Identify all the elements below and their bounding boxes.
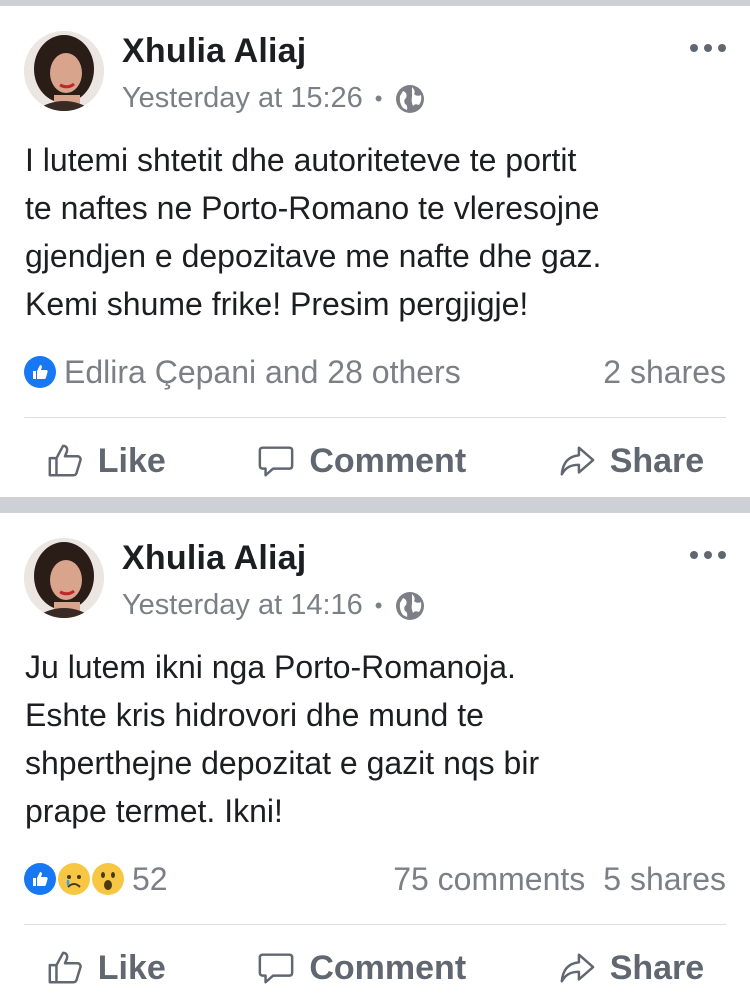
comment-icon: [258, 446, 294, 477]
share-button[interactable]: Share: [558, 948, 705, 988]
more-options-icon[interactable]: [690, 549, 726, 561]
post-stats: 52 75 comments 5 shares: [24, 859, 726, 899]
post-stats: Edlira Çepani and 28 others 2 shares: [24, 352, 726, 392]
post-time[interactable]: Yesterday at 14:16: [122, 589, 363, 622]
more-options-icon[interactable]: [690, 42, 726, 54]
avatar[interactable]: [24, 31, 104, 111]
comment-button[interactable]: Comment: [257, 442, 466, 481]
comment-button[interactable]: Comment: [257, 949, 466, 988]
thumbs-up-icon: [48, 951, 82, 984]
comment-label: Comment: [309, 441, 467, 480]
reactions-count[interactable]: 52: [132, 861, 168, 898]
reactions-text[interactable]: Edlira Çepani and 28 others: [64, 354, 461, 391]
avatar[interactable]: [24, 538, 104, 618]
globe-icon: [396, 84, 425, 113]
like-label: Like: [97, 441, 166, 480]
sad-reaction-icon: [58, 863, 90, 895]
share-label: Share: [609, 441, 705, 480]
like-button[interactable]: Like: [46, 442, 166, 481]
like-reaction-icon: [24, 356, 56, 388]
feed-separator: [0, 497, 750, 513]
share-label: Share: [609, 948, 705, 987]
divider: [24, 924, 726, 925]
like-button[interactable]: Like: [46, 949, 166, 988]
post-time[interactable]: Yesterday at 15:26: [122, 82, 363, 115]
shares-count[interactable]: 2 shares: [603, 354, 726, 391]
thumbs-up-icon: [48, 444, 82, 477]
post-text: I lutemi shtetit dhe autoriteteve te por…: [25, 142, 602, 322]
comment-icon: [258, 953, 294, 984]
globe-icon: [396, 591, 425, 620]
divider: [24, 417, 726, 418]
like-label: Like: [97, 948, 166, 987]
author-name[interactable]: Xhulia Aliaj: [122, 32, 306, 71]
like-reaction-icon: [24, 863, 56, 895]
share-arrow-icon: [560, 953, 595, 983]
action-bar: Like Comment Share: [0, 943, 750, 993]
comment-label: Comment: [309, 948, 467, 987]
feed-separator-top: [0, 0, 750, 6]
share-button[interactable]: Share: [558, 441, 705, 481]
meta-dot: •: [374, 85, 383, 111]
author-name[interactable]: Xhulia Aliaj: [122, 539, 306, 578]
comments-count[interactable]: 75 comments: [393, 861, 585, 898]
shares-count[interactable]: 5 shares: [603, 861, 726, 898]
post-meta: Yesterday at 15:26 •: [122, 82, 426, 115]
post-text: Ju lutem ikni nga Porto-Romanoja. Eshte …: [25, 649, 540, 829]
share-arrow-icon: [560, 446, 595, 476]
post-meta: Yesterday at 14:16 •: [122, 589, 426, 622]
meta-dot: •: [374, 592, 383, 618]
wow-reaction-icon: [92, 863, 124, 895]
action-bar: Like Comment Share: [0, 436, 750, 486]
